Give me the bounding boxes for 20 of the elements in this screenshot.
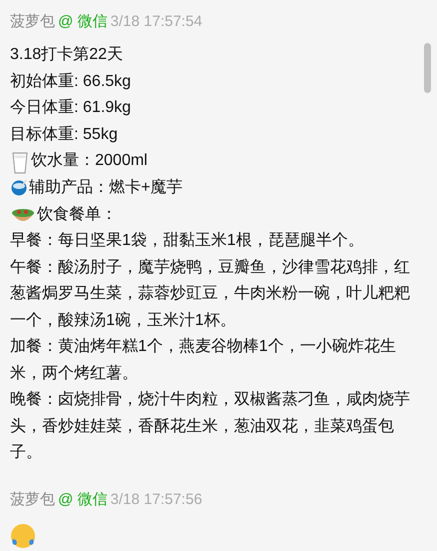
message-text: 午餐：酸汤肘子，魔芋烧鸭，豆瓣鱼，沙律雪花鸡排，红葱酱焗罗马生菜，蒜蓉炒豇豆，牛肉米粉一碗，叶儿粑粑一个，酸辣汤1碗，玉米汁1杯。	[10, 258, 411, 330]
message-text: 加餐：黄油烤年糕1个，燕麦谷物棒1个，一小碗炸花生米，两个烤红薯。	[10, 336, 397, 384]
milk-glass-icon	[10, 151, 30, 175]
sender-name: 菠萝包	[10, 490, 55, 510]
message-text: 目标体重: 55kg	[10, 124, 118, 144]
message-text: 初始体重: 66.5kg	[10, 72, 131, 92]
source-label: @ 微信	[58, 12, 108, 32]
timestamp: 3/18 17:57:54	[110, 12, 202, 32]
message-text: 饮食餐单：	[37, 204, 117, 224]
source-label: @ 微信	[58, 490, 108, 510]
sender-name: 菠萝包	[10, 12, 55, 32]
message-text: 3.18打卡第22天	[10, 44, 123, 65]
bowl-icon	[10, 178, 28, 196]
message-text: 今日体重: 61.9kg	[10, 98, 131, 118]
message-text: 晚餐：卤烧排骨，烧汁牛肉粒，双椒酱蒸刁鱼，咸肉烧芋头，香炒娃娃菜，香酥花生米，葱油双花，韭菜鸡蛋包子。	[10, 390, 411, 463]
timestamp: 3/18 17:57:56	[110, 490, 202, 510]
message-text: 早餐：每日坚果1袋，甜黏玉米1根，琵琶腿半个。	[10, 230, 364, 251]
message-text: 饮水量：2000ml	[31, 150, 148, 171]
scrollbar[interactable]	[424, 43, 431, 93]
message-text: 辅助产品：燃卡+魔芋	[29, 178, 182, 198]
